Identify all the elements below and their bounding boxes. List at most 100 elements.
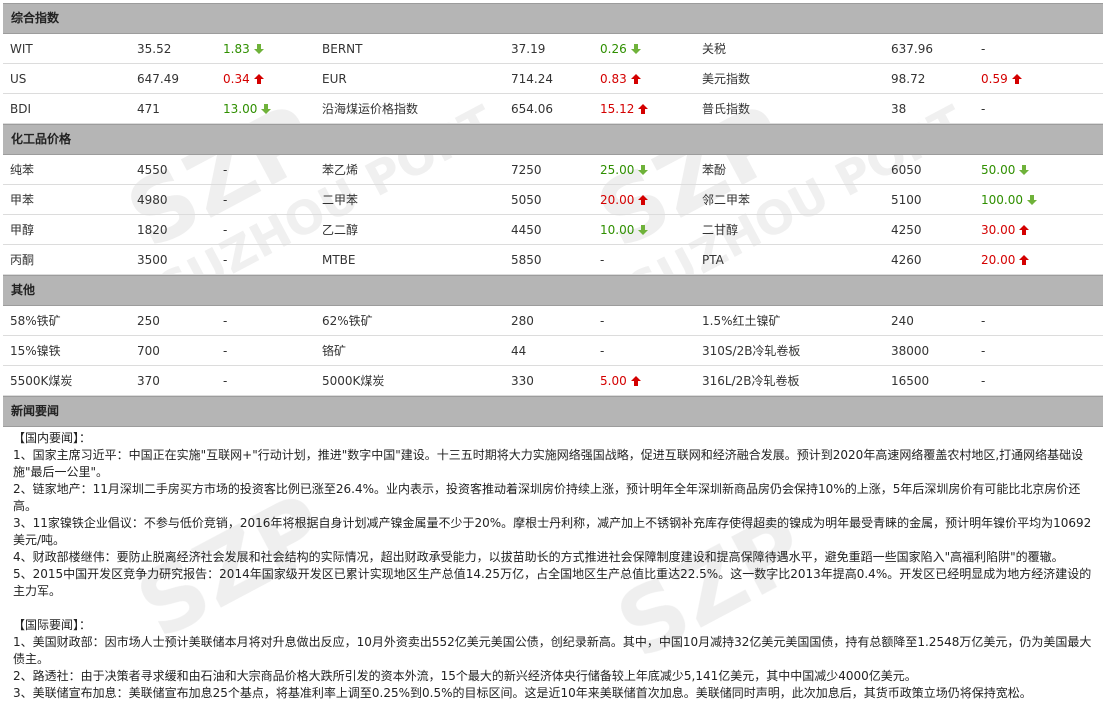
item-change: - [593, 306, 695, 336]
item-name: US [3, 63, 130, 94]
item-change: 50.00 [974, 155, 1103, 185]
red-up-arrow-icon [630, 376, 641, 386]
item-name: 苯酚 [695, 155, 884, 185]
red-up-arrow-icon [1019, 225, 1030, 235]
change-value: - [600, 313, 605, 328]
item-value: 714.24 [504, 63, 593, 94]
item-change: - [974, 34, 1103, 64]
item-value: 250 [130, 306, 216, 336]
item-name: 二甘醇 [695, 214, 884, 245]
news-item: 2、路透社：由于决策者寻求缓和由石油和大宗商品价格大跌所引发的资本外流，15个最… [13, 669, 917, 683]
item-name: WIT [3, 34, 130, 64]
item-value: 637.96 [884, 34, 974, 64]
item-change: - [974, 93, 1103, 124]
change-value: - [223, 162, 228, 177]
item-change: - [974, 335, 1103, 366]
item-value: 240 [884, 306, 974, 336]
item-name: 310S/2B冷轧卷板 [695, 335, 884, 366]
item-value: 4980 [130, 184, 216, 215]
news-item: 3、美联储宣布加息：美联储宣布加息25个基点，将基准利率上调至0.25%到0.5… [13, 686, 1032, 700]
item-value: 700 [130, 335, 216, 366]
change-value: 15.12 [600, 101, 635, 116]
chemical-body: 纯苯 4550- 苯乙烯 7250 25.00 苯酚 6050 50.00 甲苯 4980- 二甲苯… [3, 155, 1103, 275]
change-value: - [600, 343, 605, 358]
item-name: 纯苯 [3, 155, 130, 185]
news-item: 3、11家镍铁企业倡议：不参与低价竞销，2016年将根据自身计划减产镍金属量不少… [13, 516, 1092, 547]
item-name: PTA [695, 244, 884, 275]
change-value: 20.00 [981, 252, 1016, 267]
news-content: 【国内要闻】： 1、国家主席习近平：中国正在实施"互联网+"行动计划，推进"数字… [3, 427, 1103, 702]
item-name: 58%铁矿 [3, 306, 130, 336]
item-change: - [216, 184, 315, 215]
item-name: 苯乙烯 [315, 155, 504, 185]
item-name: 乙二醇 [315, 214, 504, 245]
item-change: 1.83 [216, 34, 315, 64]
change-value: 30.00 [981, 222, 1016, 237]
change-value: - [981, 343, 986, 358]
item-name: 甲醇 [3, 214, 130, 245]
item-value: 1820 [130, 214, 216, 245]
item-value: 4260 [884, 244, 974, 275]
green-down-arrow-icon [261, 104, 272, 114]
change-value: 0.83 [600, 71, 627, 86]
item-value: 5050 [504, 184, 593, 215]
item-change: 0.26 [593, 34, 695, 64]
item-value: 7250 [504, 155, 593, 185]
table-row: 丙酮 3500- MTBE 5850- PTA 4260 20.00 [3, 244, 1103, 275]
item-name: 62%铁矿 [315, 306, 504, 336]
table-row: 甲醇 1820- 乙二醇 4450 10.00 二甘醇 4250 30.00 [3, 214, 1103, 245]
item-name: EUR [315, 63, 504, 94]
item-value: 330 [504, 365, 593, 396]
item-value: 44 [504, 335, 593, 366]
item-value: 4250 [884, 214, 974, 245]
change-value: 0.26 [600, 41, 627, 56]
item-name: 邻二甲苯 [695, 184, 884, 215]
composite-table: WIT 35.52 1.83 BERNT 37.19 0.26 关税 637.96- US 647… [3, 34, 1103, 124]
item-change: 20.00 [593, 184, 695, 215]
domestic-news-list: 1、国家主席习近平：中国正在实施"互联网+"行动计划，推进"数字中国"建设。十三… [13, 447, 1093, 600]
red-up-arrow-icon [253, 74, 264, 84]
item-change: 0.83 [593, 63, 695, 94]
change-value: 20.00 [600, 192, 635, 207]
news-item: 1、国家主席习近平：中国正在实施"互联网+"行动计划，推进"数字中国"建设。十三… [13, 448, 1084, 479]
green-down-arrow-icon [630, 44, 641, 54]
item-value: 471 [130, 93, 216, 124]
change-value: - [223, 343, 228, 358]
chemical-table: 纯苯 4550- 苯乙烯 7250 25.00 苯酚 6050 50.00 甲苯 4980- 二甲苯… [3, 155, 1103, 275]
item-change: - [216, 365, 315, 396]
item-name: BERNT [315, 34, 504, 64]
item-value: 4450 [504, 214, 593, 245]
item-value: 5100 [884, 184, 974, 215]
table-row: 甲苯 4980- 二甲苯 5050 20.00 邻二甲苯 5100 100.00 [3, 184, 1103, 215]
item-change: - [216, 306, 315, 336]
table-row: US 647.49 0.34 EUR 714.24 0.83 美元指数 98.72 0.59 [3, 63, 1103, 94]
market-panel: 综合指数 WIT 35.52 1.83 BERNT 37.19 0.26 关税 637.96-… [3, 3, 1103, 702]
change-value: 0.34 [223, 71, 250, 86]
item-value: 38 [884, 93, 974, 124]
item-value: 654.06 [504, 93, 593, 124]
item-name: 5000K煤炭 [315, 365, 504, 396]
change-value: - [981, 101, 986, 116]
item-value: 280 [504, 306, 593, 336]
item-name: 丙酮 [3, 244, 130, 275]
item-change: - [593, 244, 695, 275]
item-change: - [216, 214, 315, 245]
item-value: 38000 [884, 335, 974, 366]
item-change: - [216, 335, 315, 366]
section-header-chemical: 化工品价格 [3, 124, 1103, 155]
change-value: - [223, 222, 228, 237]
red-up-arrow-icon [630, 74, 641, 84]
section-header-news: 新闻要闻 [3, 396, 1103, 427]
other-table: 58%铁矿 250-62%铁矿 280-1.5%红土镍矿 240-15%镍铁 700- 铬… [3, 306, 1103, 396]
item-value: 6050 [884, 155, 974, 185]
item-value: 16500 [884, 365, 974, 396]
news-item: 1、美国财政部：因市场人士预计美联储本月将对升息做出反应，10月外资卖出552亿… [13, 635, 1092, 666]
item-change: 0.34 [216, 63, 315, 94]
item-name: 5500K煤炭 [3, 365, 130, 396]
item-change: - [216, 155, 315, 185]
item-name: 甲苯 [3, 184, 130, 215]
composite-body: WIT 35.52 1.83 BERNT 37.19 0.26 关税 637.96- US 647… [3, 34, 1103, 124]
item-change: - [216, 244, 315, 275]
item-name: BDI [3, 93, 130, 124]
green-down-arrow-icon [1019, 165, 1030, 175]
